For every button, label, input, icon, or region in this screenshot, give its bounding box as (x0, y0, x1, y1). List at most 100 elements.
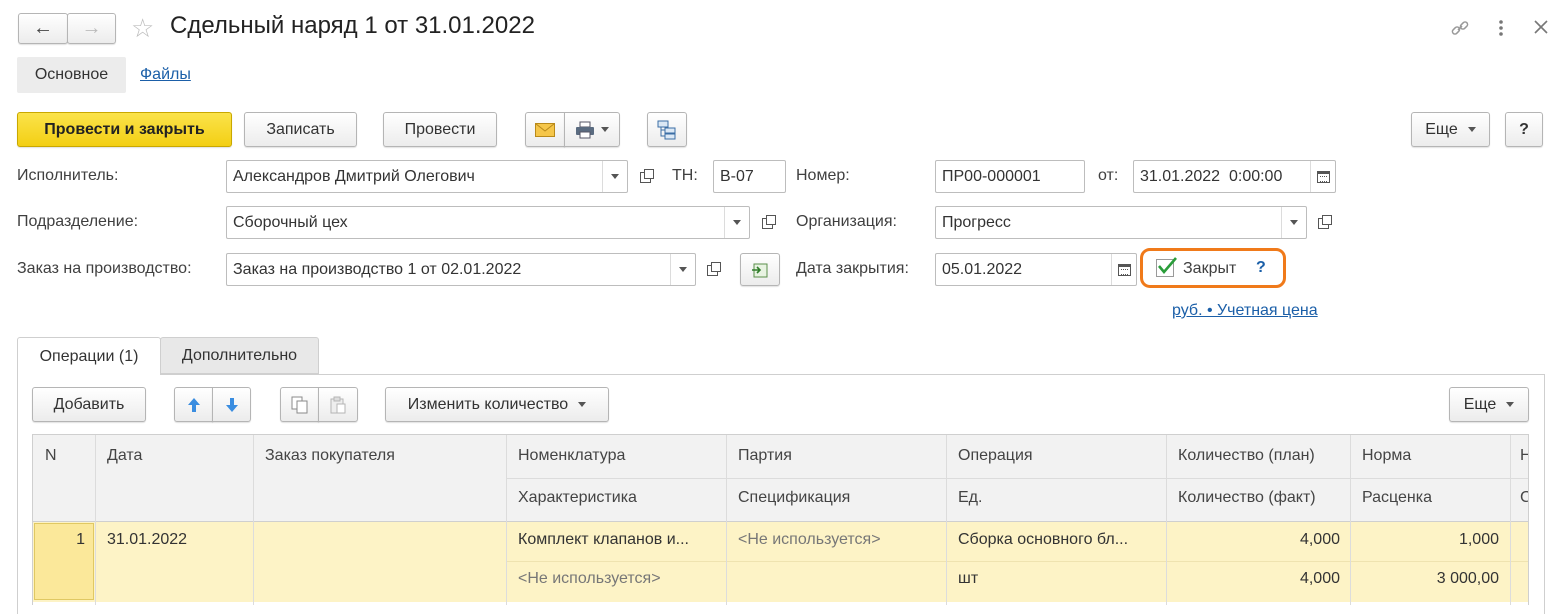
add-row-button[interactable]: Добавить (32, 387, 146, 422)
org-field[interactable]: Прогресс (935, 206, 1307, 239)
post-label: Провести (404, 120, 476, 138)
change-quantity-button[interactable]: Изменить количество (385, 387, 609, 422)
help-label: ? (1519, 120, 1529, 138)
cell-qty-fact[interactable]: 4,000 (1168, 570, 1340, 588)
copy-button[interactable] (280, 387, 319, 422)
fill-from-order-button[interactable] (740, 253, 780, 286)
post-button[interactable]: Провести (383, 112, 497, 147)
more-button[interactable]: Еще (1411, 112, 1490, 147)
close-icon[interactable] (1533, 19, 1549, 35)
chevron-down-icon (679, 267, 687, 272)
tab-operations-label: Операции (1) (39, 347, 139, 365)
cell-operation[interactable]: Сборка основного бл... (958, 531, 1163, 549)
col-header-norm[interactable]: Норма (1362, 447, 1411, 465)
tab-additional[interactable]: Дополнительно (160, 337, 319, 374)
price-type-link[interactable]: руб. • Учетная цена (1172, 302, 1318, 320)
from-label: от: (1098, 167, 1119, 184)
division-open-button[interactable] (755, 207, 779, 239)
org-open-button[interactable] (1311, 207, 1335, 239)
close-date-calendar-button[interactable] (1111, 254, 1136, 285)
cell-date[interactable]: 31.01.2022 (107, 531, 187, 549)
cell-unit[interactable]: шт (958, 570, 978, 588)
division-label: Подразделение: (17, 213, 139, 230)
executor-open-button[interactable] (633, 161, 657, 193)
cell-characteristic[interactable]: <Не используется> (518, 570, 661, 588)
arrow-down-icon (225, 397, 238, 412)
number-label: Номер: (796, 167, 850, 184)
move-down-button[interactable] (212, 387, 251, 422)
col-header-customer-order[interactable]: Заказ покупателя (265, 447, 395, 465)
closed-label[interactable]: Закрыт (1183, 260, 1236, 278)
org-value: Прогресс (942, 213, 1011, 231)
table-more-button[interactable]: Еще (1449, 387, 1529, 422)
chevron-down-icon (578, 402, 587, 407)
email-button[interactable] (525, 112, 565, 147)
cell-nomenclature[interactable]: Комплект клапанов и... (518, 531, 723, 549)
col-header-unit[interactable]: Ед. (958, 489, 982, 507)
arrow-right-icon: → (81, 17, 102, 39)
tab-operations[interactable]: Операции (1) (17, 337, 161, 375)
chevron-down-icon (601, 127, 609, 132)
order-open-button[interactable] (700, 254, 724, 286)
move-up-button[interactable] (174, 387, 213, 422)
executor-dropdown[interactable] (602, 161, 627, 192)
division-dropdown[interactable] (724, 207, 749, 238)
star-icon[interactable]: ☆ (131, 13, 154, 43)
col-header-specification[interactable]: Спецификация (738, 489, 850, 507)
open-icon (706, 261, 721, 276)
col-header-batch[interactable]: Партия (738, 447, 792, 465)
back-button[interactable]: ← (18, 13, 68, 44)
division-field[interactable]: Сборочный цех (226, 206, 750, 239)
number-field[interactable]: ПР00-000001 (935, 160, 1085, 193)
paste-button[interactable] (318, 387, 358, 422)
cell-norm[interactable]: 1,000 (1352, 531, 1499, 549)
cell-n[interactable]: 1 (35, 531, 85, 549)
col-header-nomenclature[interactable]: Номенклатура (518, 447, 625, 465)
col-header-characteristic[interactable]: Характеристика (518, 489, 637, 507)
chevron-down-icon (1506, 402, 1515, 407)
division-value: Сборочный цех (233, 213, 348, 231)
arrow-up-icon (187, 397, 200, 412)
date-calendar-button[interactable] (1310, 161, 1335, 192)
tab-additional-label: Дополнительно (181, 346, 298, 364)
col-header-date[interactable]: Дата (107, 447, 142, 465)
number-value: ПР00-000001 (942, 167, 1041, 185)
post-and-close-button[interactable]: Провести и закрыть (17, 112, 232, 147)
forward-button[interactable]: → (67, 13, 116, 44)
checkmark-icon (1158, 257, 1177, 275)
open-icon (639, 168, 654, 183)
executor-field[interactable]: Александров Дмитрий Олегович (226, 160, 628, 193)
tn-field[interactable]: В-07 (713, 160, 786, 193)
envelope-icon (535, 122, 555, 137)
calendar-icon (1117, 263, 1131, 276)
col-header-extra[interactable]: Н (1520, 447, 1528, 465)
close-date-field[interactable]: 05.01.2022 (935, 253, 1137, 286)
col-header-rate[interactable]: Расценка (1362, 489, 1432, 507)
col-header-qty-fact[interactable]: Количество (факт) (1178, 489, 1316, 507)
more-vertical-icon[interactable] (1496, 17, 1506, 39)
date-field[interactable]: 31.01.2022 0:00:00 (1133, 160, 1336, 193)
col-header-extra2[interactable]: С (1520, 489, 1528, 507)
copy-icon (291, 396, 307, 413)
cell-batch[interactable]: <Не используется> (738, 531, 881, 549)
col-header-qty-plan[interactable]: Количество (план) (1178, 447, 1315, 465)
cell-rate[interactable]: 3 000,00 (1352, 570, 1499, 588)
structure-button[interactable] (647, 112, 687, 147)
section-files[interactable]: Файлы (140, 66, 191, 84)
paste-icon (330, 396, 346, 413)
order-dropdown[interactable] (670, 254, 695, 285)
org-dropdown[interactable] (1281, 207, 1306, 238)
print-button[interactable] (564, 112, 620, 147)
save-button[interactable]: Записать (244, 112, 357, 147)
section-main[interactable]: Основное (17, 57, 126, 93)
operations-table: N Дата Заказ покупателя Номенклатура Пар… (32, 434, 1529, 605)
cell-qty-plan[interactable]: 4,000 (1168, 531, 1340, 549)
col-header-n[interactable]: N (45, 447, 57, 465)
closed-checkbox[interactable] (1156, 257, 1177, 277)
col-header-operation[interactable]: Операция (958, 447, 1033, 465)
closed-help-icon[interactable]: ? (1256, 259, 1266, 277)
help-button[interactable]: ? (1505, 112, 1543, 147)
executor-value: Александров Дмитрий Олегович (233, 167, 475, 185)
link-icon[interactable] (1450, 18, 1470, 38)
order-field[interactable]: Заказ на производство 1 от 02.01.2022 (226, 253, 696, 286)
